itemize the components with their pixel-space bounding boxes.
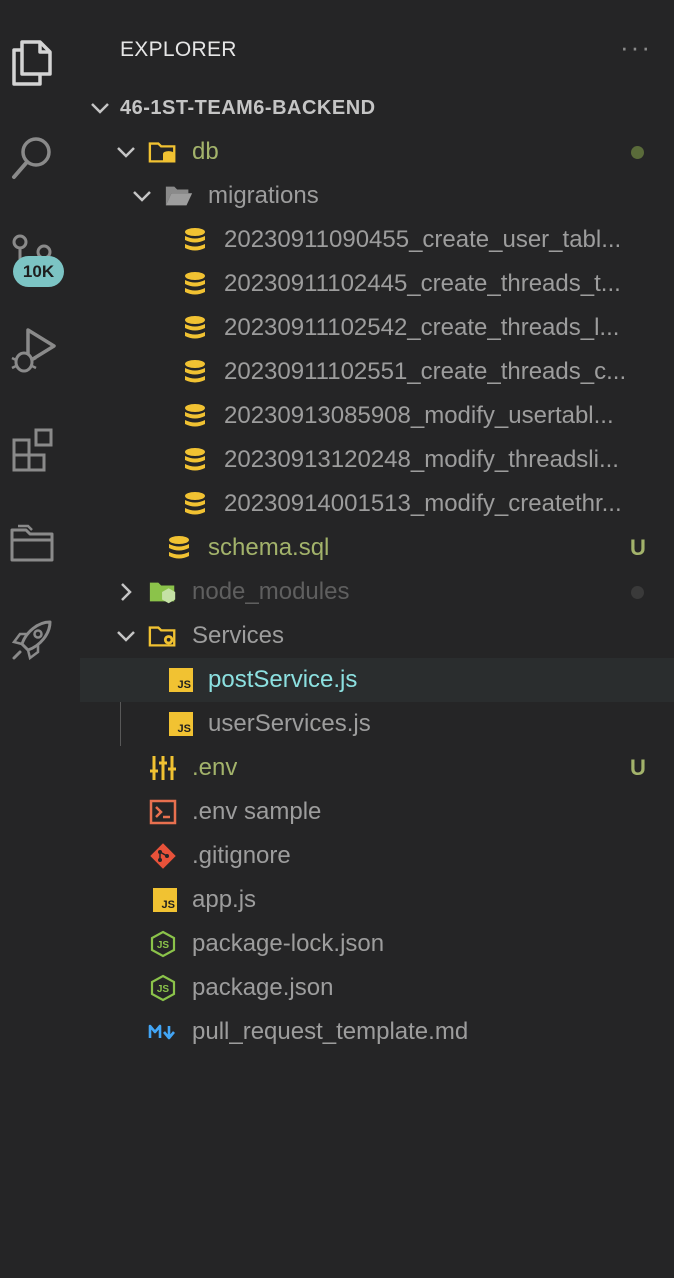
- run-debug-icon[interactable]: [0, 318, 64, 382]
- explorer-panel: EXPLORER ··· 46-1ST-TEAM6-BACKEND db mig…: [80, 0, 674, 1278]
- chevron-down-icon: [117, 631, 135, 642]
- tree-file-js[interactable]: JS userServices.js: [80, 702, 674, 746]
- tree-file-sql[interactable]: 20230911102445_create_threads_t...: [80, 262, 674, 306]
- tree-file-node-json[interactable]: JS package.json: [80, 966, 674, 1010]
- tree-file-env[interactable]: .env U: [80, 746, 674, 790]
- tree-label: db: [192, 138, 219, 165]
- tree-label: migrations: [208, 182, 319, 209]
- source-control-badge: 10K: [13, 256, 64, 287]
- tree-label: .gitignore: [192, 842, 291, 869]
- search-icon[interactable]: [0, 126, 64, 190]
- files-icon[interactable]: [0, 30, 64, 94]
- settings-sliders-icon: [148, 753, 178, 783]
- tree-label: .env: [192, 754, 238, 781]
- tree-label: 20230911102542_create_threads_l...: [224, 314, 620, 341]
- tree-folder-migrations[interactable]: migrations: [80, 174, 674, 218]
- extensions-icon[interactable]: [0, 416, 64, 480]
- tree-label: Services: [192, 622, 285, 649]
- tree-label: 20230911102445_create_threads_t...: [224, 270, 621, 297]
- tree-file-sql[interactable]: 20230911090455_create_user_tabl...: [80, 218, 674, 262]
- services-folder-icon: [148, 621, 178, 651]
- database-icon: [164, 533, 194, 563]
- activity-bar: 10K: [0, 0, 64, 1278]
- database-icon: [180, 357, 210, 387]
- untracked-status: U: [630, 535, 646, 560]
- tree-file-sql[interactable]: 20230913120248_modify_threadsli...: [80, 438, 674, 482]
- more-actions-icon[interactable]: ···: [620, 32, 652, 63]
- tree-label: 20230911102551_create_threads_c...: [224, 358, 627, 385]
- database-icon: [180, 313, 210, 343]
- svg-text:JS: JS: [157, 940, 170, 951]
- ignored-dot: [631, 585, 644, 599]
- javascript-icon: JS: [166, 665, 196, 695]
- chevron-down-icon: [117, 147, 135, 158]
- tree-label: package.json: [192, 974, 334, 1001]
- tree-file-sql[interactable]: 20230911102551_create_threads_c...: [80, 350, 674, 394]
- node-folder-icon: [148, 577, 178, 607]
- explorer-title: EXPLORER: [120, 38, 237, 61]
- tree-file-sql[interactable]: 20230911102542_create_threads_l...: [80, 306, 674, 350]
- chevron-right-icon: [121, 583, 132, 601]
- tree-label: schema.sql: [208, 534, 330, 561]
- tree-label: package-lock.json: [192, 930, 385, 957]
- folder-open-icon: [164, 181, 194, 211]
- tree-folder-node-modules[interactable]: node_modules: [80, 570, 674, 614]
- database-icon: [180, 489, 210, 519]
- tree-label: node_modules: [192, 578, 350, 605]
- chevron-down-icon: [133, 191, 151, 202]
- tree-label: postService.js: [208, 666, 358, 693]
- tree-file-node-json[interactable]: JS package-lock.json: [80, 922, 674, 966]
- rocket-icon[interactable]: [0, 608, 64, 672]
- database-icon: [180, 269, 210, 299]
- modified-dot: [631, 145, 644, 159]
- project-name: 46-1ST-TEAM6-BACKEND: [120, 96, 376, 119]
- git-icon: [148, 841, 178, 871]
- tree-file-terminal[interactable]: .env sample: [80, 790, 674, 834]
- database-icon: [180, 445, 210, 475]
- svg-text:JS: JS: [157, 984, 170, 995]
- tree-label: app.js: [192, 886, 257, 913]
- tree-label: 20230914001513_modify_createthr...: [224, 490, 622, 517]
- tree-folder-db[interactable]: db: [80, 130, 674, 174]
- tree-file-js-selected[interactable]: JS postService.js: [80, 658, 674, 702]
- tree-file-sql[interactable]: 20230913085908_modify_usertabl...: [80, 394, 674, 438]
- database-icon: [180, 225, 210, 255]
- tree-folder-services[interactable]: Services: [80, 614, 674, 658]
- javascript-icon: JS: [150, 885, 180, 915]
- project-folder[interactable]: 46-1ST-TEAM6-BACKEND: [80, 86, 674, 130]
- tree-label: .env sample: [192, 798, 322, 825]
- tree-label: 20230911090455_create_user_tabl...: [224, 226, 622, 253]
- tree-label: 20230913120248_modify_threadsli...: [224, 446, 619, 473]
- terminal-icon: [148, 797, 178, 827]
- tree-file-sql[interactable]: schema.sql U: [80, 526, 674, 570]
- nodejs-icon: JS: [148, 929, 178, 959]
- tree-label: pull_request_template.md: [192, 1018, 469, 1045]
- tree-label: 20230913085908_modify_usertabl...: [224, 402, 614, 429]
- markdown-icon: [148, 1017, 178, 1047]
- database-folder-icon: [148, 137, 178, 167]
- tree-file-markdown[interactable]: pull_request_template.md: [80, 1010, 674, 1054]
- tree-file-sql[interactable]: 20230914001513_modify_createthr...: [80, 482, 674, 526]
- tree-label: userServices.js: [208, 710, 371, 737]
- remote-explorer-icon[interactable]: [0, 512, 64, 576]
- untracked-status: U: [630, 755, 646, 780]
- nodejs-icon: JS: [148, 973, 178, 1003]
- tree-file-git[interactable]: .gitignore: [80, 834, 674, 878]
- database-icon: [180, 401, 210, 431]
- chevron-down-icon: [91, 103, 109, 114]
- javascript-icon: JS: [166, 709, 196, 739]
- tree-file-js[interactable]: JS app.js: [80, 878, 674, 922]
